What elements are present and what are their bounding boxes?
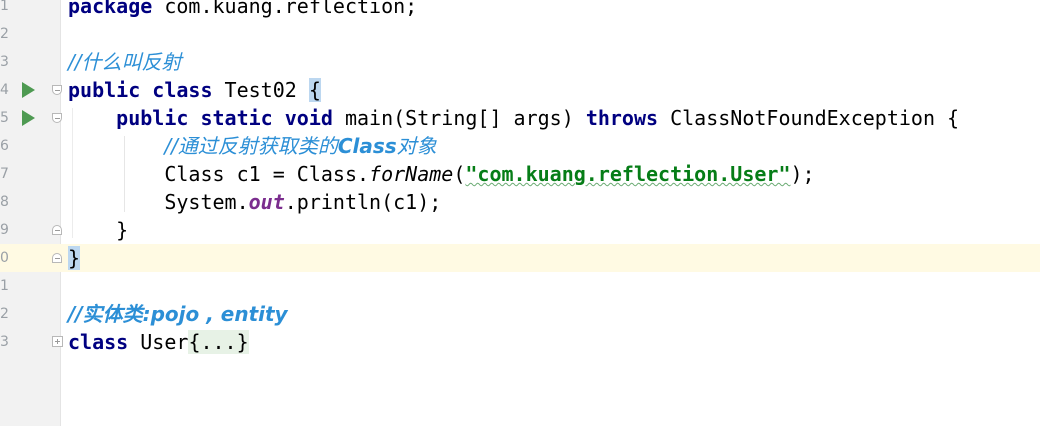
- string-value: "com.kuang.reflection.User": [465, 162, 791, 186]
- comment: //什么叫反射: [68, 50, 182, 74]
- code-part: Class c1 = Class.: [164, 162, 370, 186]
- keyword: class: [152, 78, 213, 102]
- code-line-5[interactable]: 5 public static void main(String[] args)…: [0, 104, 1040, 132]
- line-number: 2: [0, 26, 9, 42]
- code-text[interactable]: class User{...}: [68, 328, 249, 356]
- code-text[interactable]: }: [68, 216, 128, 244]
- package-name: com.kuang.reflection;: [152, 0, 418, 18]
- code-part: System.: [164, 190, 249, 214]
- keyword: class: [68, 330, 129, 354]
- code-line-1[interactable]: 1 package com.kuang.reflection;: [0, 0, 1040, 20]
- keyword: throws: [585, 106, 659, 130]
- static-field: out: [248, 190, 285, 214]
- code-line-3[interactable]: 3 //什么叫反射: [0, 48, 1040, 76]
- comment-part: Class: [337, 134, 397, 158]
- line-number: 5: [0, 110, 9, 126]
- closing-brace: }: [116, 218, 129, 242]
- comment-part: 对象: [396, 134, 437, 158]
- keyword: public: [68, 78, 141, 102]
- line-number: 6: [0, 138, 9, 154]
- matched-brace: }: [68, 246, 81, 270]
- code-part: .println(c1);: [284, 190, 442, 214]
- line-number: 2: [0, 306, 9, 322]
- code-line-6[interactable]: 6 //通过反射获取类的Class对象: [0, 132, 1040, 160]
- exception-name: ClassNotFoundException {: [658, 106, 960, 130]
- class-name: User: [128, 330, 189, 354]
- line-number: 9: [0, 222, 9, 238]
- code-line-12[interactable]: 2 //实体类:pojo , entity: [0, 300, 1040, 328]
- keyword: package: [68, 0, 153, 18]
- code-line-7[interactable]: 7 Class c1 = Class.forName("com.kuang.re…: [0, 160, 1040, 188]
- keyword: static: [200, 106, 273, 130]
- code-text[interactable]: //什么叫反射: [68, 48, 181, 76]
- code-text[interactable]: public static void main(String[] args) t…: [68, 104, 959, 132]
- code-text[interactable]: //实体类:pojo , entity: [68, 300, 288, 328]
- code-text[interactable]: System.out.println(c1);: [68, 188, 441, 216]
- code-part: (: [453, 162, 466, 186]
- line-number: 1: [0, 0, 9, 14]
- folded-region[interactable]: {...}: [188, 330, 249, 354]
- keyword: public: [116, 106, 189, 130]
- code-line-10-current[interactable]: 0 }: [0, 244, 1040, 272]
- code-text[interactable]: }: [68, 244, 81, 272]
- code-line-13[interactable]: 3 class User{...}: [0, 328, 1040, 356]
- matched-brace: {: [308, 78, 321, 102]
- line-number: 3: [0, 54, 9, 70]
- comment: //通过反射获取类的Class对象: [164, 134, 436, 158]
- run-gutter-icon[interactable]: [22, 82, 35, 98]
- line-number: 7: [0, 166, 9, 182]
- comment-part: //通过反射获取类的: [164, 134, 338, 158]
- code-part: );: [790, 162, 815, 186]
- line-number: 4: [0, 82, 9, 98]
- code-line-8[interactable]: 8 System.out.println(c1);: [0, 188, 1040, 216]
- code-line-2[interactable]: 2: [0, 20, 1040, 48]
- fold-marker-icon[interactable]: [52, 85, 62, 95]
- line-number: 0: [0, 250, 9, 266]
- expand-fold-icon[interactable]: [52, 336, 63, 347]
- method-call: forName: [369, 162, 454, 186]
- code-text[interactable]: public class Test02 {: [68, 76, 321, 104]
- fold-marker-icon[interactable]: [52, 253, 62, 263]
- code-line-9[interactable]: 9 }: [0, 216, 1040, 244]
- code-text[interactable]: package com.kuang.reflection;: [68, 0, 417, 20]
- code-line-11[interactable]: 1: [0, 272, 1040, 300]
- string-literal: "com.kuang.reflection.User": [465, 162, 790, 186]
- fold-marker-icon[interactable]: [52, 113, 62, 123]
- run-gutter-icon[interactable]: [22, 110, 35, 126]
- method-signature: main(String[] args): [332, 106, 586, 130]
- fold-marker-icon[interactable]: [52, 225, 62, 235]
- code-text[interactable]: Class c1 = Class.forName("com.kuang.refl…: [68, 160, 815, 188]
- line-number: 8: [0, 194, 9, 210]
- code-line-4[interactable]: 4 public class Test02 {: [0, 76, 1040, 104]
- line-number: 1: [0, 278, 9, 294]
- class-name: Test02: [212, 78, 309, 102]
- keyword: void: [284, 106, 333, 130]
- code-text[interactable]: //通过反射获取类的Class对象: [68, 132, 436, 160]
- comment: //实体类:pojo , entity: [68, 302, 288, 326]
- line-number: 3: [0, 334, 9, 350]
